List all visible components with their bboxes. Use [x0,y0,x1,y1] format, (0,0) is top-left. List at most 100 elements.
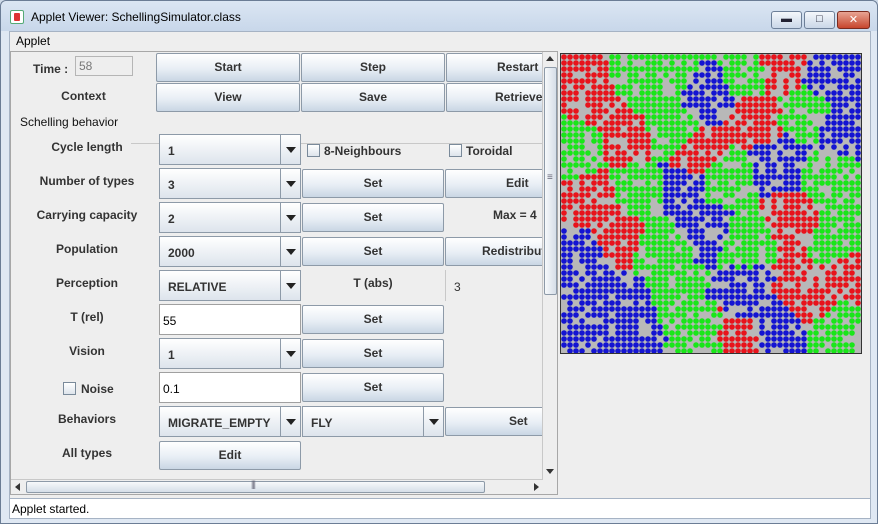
agent-dot [789,330,795,336]
agent-dot [705,294,711,300]
carrying-capacity-select[interactable]: 2 [159,202,301,233]
noise-input[interactable]: 0.1 [159,372,301,403]
agent-dot [627,114,633,120]
agent-dot [693,102,699,108]
agent-dot [855,102,861,108]
cycle-length-select[interactable]: 1 [159,134,301,165]
section-title: Schelling behavior [20,115,119,129]
step-button[interactable]: Step [301,53,445,82]
agent-dot [645,228,651,234]
agent-dot [681,180,687,186]
agent-dot [657,66,663,72]
agent-dot [711,162,717,168]
scroll-up-icon[interactable] [543,52,557,66]
agent-dot [639,282,645,288]
agent-dot [729,276,735,282]
agent-dot [639,186,645,192]
vertical-scroll-thumb[interactable] [544,67,557,295]
agent-dot [855,276,861,282]
agent-dot [699,276,705,282]
scroll-left-icon[interactable] [11,480,25,494]
start-button[interactable]: Start [156,53,300,82]
agent-dot [771,54,777,60]
behaviors-migrate-select[interactable]: MIGRATE_EMPTY [159,406,301,437]
agent-dot [843,174,849,180]
agent-dot [801,96,807,102]
vision-label: Vision [69,344,105,358]
agent-dot [663,228,669,234]
noise-set-button[interactable]: Set [302,373,444,402]
agent-dot [795,336,801,342]
agent-dot [711,90,717,96]
agent-dot [561,312,567,318]
vision-set-button[interactable]: Set [302,339,444,368]
agent-dot [651,186,657,192]
agent-dot [747,240,753,246]
agent-dot [639,294,645,300]
scroll-right-icon[interactable] [529,480,543,494]
agent-dot [567,294,573,300]
agent-dot [573,210,579,216]
behaviors-mode-select[interactable]: FLY [302,406,444,437]
perception-select[interactable]: RELATIVE [159,270,301,301]
agent-dot [705,156,711,162]
population-set-button[interactable]: Set [302,237,444,266]
population-select[interactable]: 2000 [159,236,301,267]
save-button[interactable]: Save [301,83,445,112]
agent-dot [849,342,855,348]
minimize-button[interactable]: ▬ [771,11,802,29]
t-rel-input[interactable]: 55 [159,304,301,335]
agent-dot [675,324,681,330]
agent-dot [801,222,807,228]
agent-dot [621,324,627,330]
agent-dot [657,300,663,306]
agent-dot [597,342,603,348]
agent-dot [657,78,663,84]
vision-select[interactable]: 1 [159,338,301,369]
title-bar[interactable]: Applet Viewer: SchellingSimulator.class … [1,1,877,31]
agent-dot [603,312,609,318]
agent-dot [573,174,579,180]
all-types-edit-button[interactable]: Edit [159,441,301,470]
agent-dot [837,330,843,336]
agent-dot [759,138,765,144]
carrying-capacity-set-button[interactable]: Set [302,203,444,232]
noise-checkbox[interactable] [63,382,76,395]
agent-dot [837,150,843,156]
agent-dot [657,114,663,120]
agent-dot [561,270,567,276]
agent-dot [837,240,843,246]
agent-dot [687,216,693,222]
agent-dot [615,180,621,186]
agent-dot [837,288,843,294]
maximize-button[interactable]: □ [804,11,835,29]
agent-dot [741,330,747,336]
agent-dot [681,198,687,204]
toroidal-checkbox[interactable] [449,144,462,157]
agent-dot [831,54,837,60]
scroll-down-icon[interactable] [543,464,557,478]
agent-dot [651,348,657,353]
agent-dot [699,54,705,60]
t-rel-set-button[interactable]: Set [302,305,444,334]
menu-applet[interactable]: Applet [16,34,50,48]
number-of-types-set-button[interactable]: Set [302,169,444,198]
agent-dot [777,342,783,348]
agent-dot [717,288,723,294]
vertical-scrollbar[interactable] [542,52,557,480]
view-button[interactable]: View [156,83,300,112]
agent-dot [699,180,705,186]
close-button[interactable]: ✕ [837,11,870,29]
agent-dot [717,330,723,336]
agent-dot [723,336,729,342]
agent-dot [723,330,729,336]
number-of-types-select[interactable]: 3 [159,168,301,199]
agent-dot [747,204,753,210]
agent-dot [693,150,699,156]
eight-neighbours-checkbox[interactable] [307,144,320,157]
agent-dot [645,96,651,102]
horizontal-scrollbar[interactable] [11,479,543,494]
agent-dot [681,150,687,156]
simulation-grid[interactable] [560,53,862,354]
horizontal-scroll-thumb[interactable] [26,479,485,493]
